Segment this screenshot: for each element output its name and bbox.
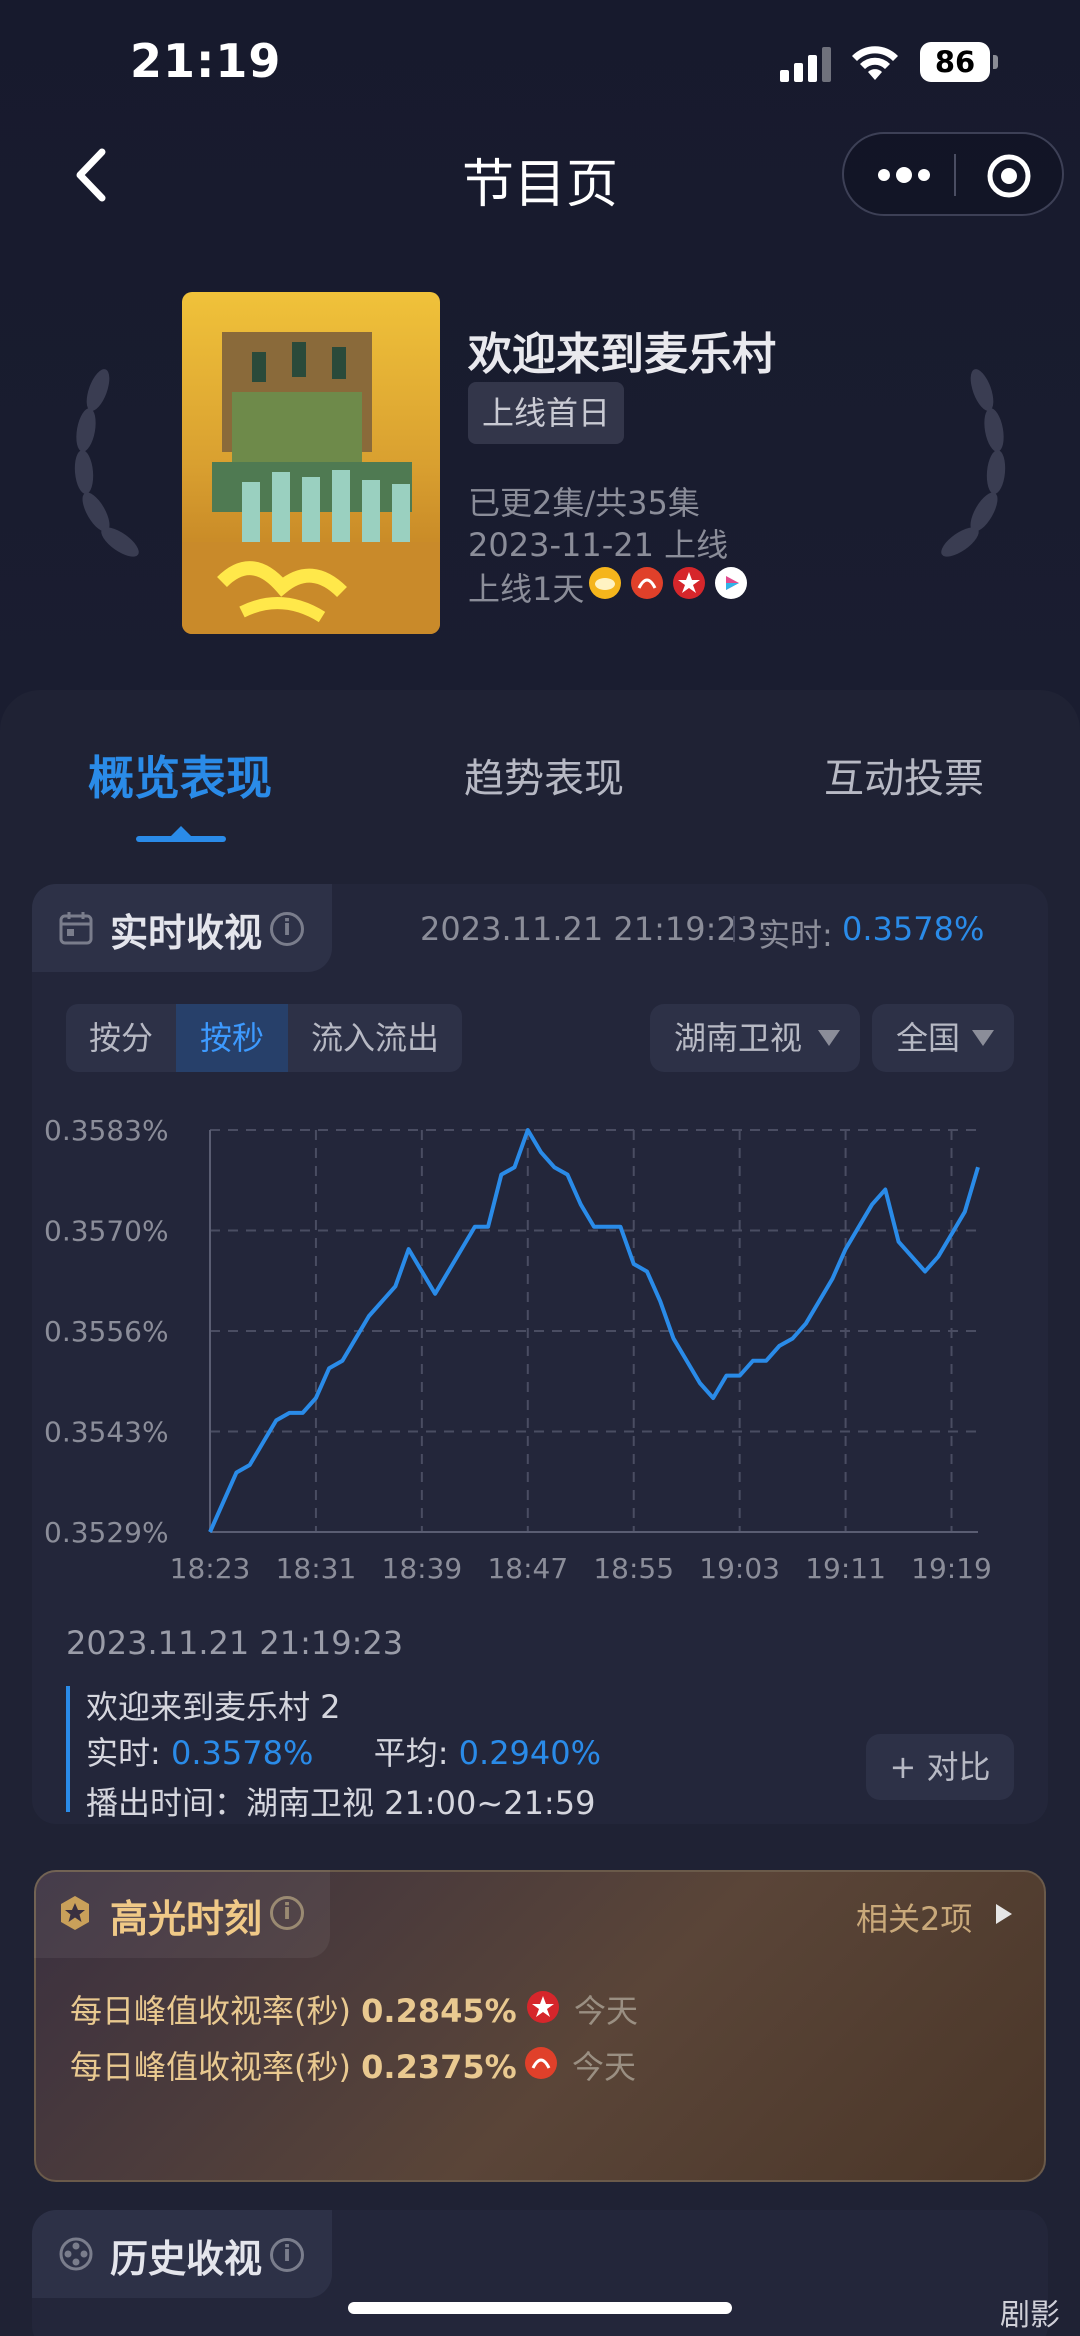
release-date: 2023-11-21 上线 bbox=[468, 526, 729, 564]
laurel-left-icon bbox=[74, 369, 139, 557]
calendar-icon bbox=[59, 912, 93, 945]
mini-program-capsule bbox=[842, 132, 1064, 216]
detail-rating-line: 实时: 0.3578% 平均: 0.2940% bbox=[86, 1728, 601, 1774]
realtime-value: 0.3578% bbox=[842, 910, 985, 948]
x-tick-label: 18:39 bbox=[382, 1552, 463, 1585]
related-items-link[interactable]: 相关2项 bbox=[856, 1894, 972, 1940]
tab-vote[interactable]: 互动投票 bbox=[824, 746, 984, 804]
highlight-when: 今天 bbox=[574, 1992, 639, 2030]
info-icon[interactable]: i bbox=[270, 1896, 304, 1930]
region-select-value: 全国 bbox=[896, 1019, 961, 1057]
battery-level: 86 bbox=[920, 42, 990, 82]
reel-icon bbox=[59, 2237, 93, 2271]
highlight-when: 今天 bbox=[572, 2048, 637, 2086]
hunan-tv-icon bbox=[631, 567, 663, 599]
episode-title: 欢迎来到麦乐村 2 bbox=[86, 1688, 341, 1726]
status-badge: 上线首日 bbox=[468, 382, 625, 444]
realtime-label: 实时: bbox=[758, 916, 833, 954]
detail-timestamp: 2023.11.21 21:19:23 bbox=[66, 1624, 404, 1662]
highlight-title: 高光时刻 bbox=[110, 1897, 263, 1941]
detail-average-label: 平均: bbox=[373, 1734, 449, 1772]
x-tick-label: 19:19 bbox=[911, 1552, 992, 1585]
tab-bar: 概览表现 趋势表现 互动投票 bbox=[0, 720, 1080, 850]
close-miniapp-icon[interactable] bbox=[984, 152, 1034, 200]
info-icon[interactable]: i bbox=[270, 2238, 304, 2272]
channel-select[interactable]: 湖南卫视 bbox=[650, 1004, 860, 1072]
history-header: 历史收视 i bbox=[32, 2210, 332, 2298]
episode-count: 已更2集/共35集 bbox=[468, 484, 700, 522]
per-second-button[interactable]: 按秒 bbox=[176, 1004, 288, 1072]
per-minute-button[interactable]: 按分 bbox=[66, 1004, 176, 1072]
status-bar: 21:19 86 bbox=[0, 0, 1080, 130]
realtime-timestamp: 2023.11.21 21:19:23 bbox=[420, 910, 758, 948]
realtime-header: 实时收视 i bbox=[32, 884, 332, 972]
realtime-title: 实时收视 bbox=[110, 911, 263, 955]
x-tick-label: 18:47 bbox=[487, 1552, 568, 1585]
x-tick-label: 18:31 bbox=[276, 1552, 357, 1585]
highlight-value: 0.2375% bbox=[361, 2048, 517, 2086]
granularity-switch: 按分 按秒 流入流出 bbox=[66, 1004, 462, 1072]
program-page: 21:19 86 节目页 欢迎来到麦乐村 上线首日 已更2集/共35集 2023… bbox=[0, 0, 1080, 2336]
detail-realtime-value: 0.3578% bbox=[170, 1734, 314, 1772]
compare-button[interactable]: + 对比 bbox=[866, 1734, 1014, 1800]
highlight-label: 每日峰值收视率(秒) bbox=[70, 1992, 351, 2030]
play-arrow-icon bbox=[996, 1904, 1012, 1924]
history-title: 历史收视 bbox=[110, 2237, 263, 2281]
y-tick-label: 0.3570% bbox=[44, 1215, 169, 1248]
region-select[interactable]: 全国 bbox=[872, 1004, 1014, 1072]
info-icon[interactable]: i bbox=[270, 912, 304, 946]
y-tick-label: 0.3543% bbox=[44, 1416, 169, 1449]
more-icon[interactable] bbox=[874, 158, 934, 192]
x-tick-label: 18:23 bbox=[170, 1552, 251, 1585]
y-tick-label: 0.3556% bbox=[44, 1315, 169, 1348]
tab-indicator bbox=[136, 836, 226, 842]
highlight-value: 0.2845% bbox=[361, 1992, 517, 2030]
x-tick-label: 19:03 bbox=[699, 1552, 780, 1585]
status-time: 21:19 bbox=[130, 34, 282, 88]
home-indicator[interactable] bbox=[348, 2302, 732, 2314]
platform-icons bbox=[588, 566, 748, 600]
detail-realtime-label: 实时: bbox=[86, 1734, 161, 1772]
star-badge-icon bbox=[61, 1896, 89, 1930]
y-tick-label: 0.3583% bbox=[44, 1114, 169, 1147]
airtime: 播出时间：湖南卫视 21:00~21:59 bbox=[86, 1784, 596, 1822]
signal-icon bbox=[780, 47, 831, 82]
chevron-down-icon bbox=[972, 1030, 994, 1046]
iqiyi-icon bbox=[715, 567, 747, 599]
laurel-right-icon bbox=[941, 369, 1006, 557]
highlight-label: 每日峰值收视率(秒) bbox=[70, 2048, 351, 2086]
show-title: 欢迎来到麦乐村 bbox=[468, 329, 776, 380]
x-tick-label: 19:11 bbox=[805, 1552, 886, 1585]
tab-trend[interactable]: 趋势表现 bbox=[464, 746, 624, 804]
flow-in-out-button[interactable]: 流入流出 bbox=[288, 1004, 462, 1072]
detail-average-value: 0.2940% bbox=[458, 1734, 602, 1772]
highlight-row[interactable]: 每日峰值收视率(秒) 0.2375% bbox=[70, 2042, 517, 2088]
tab-caret-icon bbox=[171, 826, 191, 836]
y-tick-label: 0.3529% bbox=[44, 1516, 169, 1549]
show-poster[interactable] bbox=[182, 292, 440, 634]
hunan-tv-icon bbox=[525, 2047, 557, 2079]
x-tick-label: 18:55 bbox=[593, 1552, 674, 1585]
chevron-down-icon bbox=[818, 1030, 840, 1046]
rating-line-chart[interactable]: 0.3529% 0.3543% 0.3556% 0.3570% 0.3583% 18:23… bbox=[40, 1100, 1040, 1600]
jiangsu-tv-icon bbox=[673, 567, 705, 599]
online-days: 上线1天 bbox=[468, 570, 585, 608]
battery-icon: 86 bbox=[920, 42, 1000, 82]
mango-tv-icon bbox=[589, 567, 621, 599]
highlight-row[interactable]: 每日峰值收视率(秒) 0.2845% bbox=[70, 1986, 517, 2032]
jiangsu-tv-icon bbox=[527, 1991, 559, 2023]
watermark-text: 剧影 bbox=[1000, 2298, 1060, 2333]
wifi-icon bbox=[852, 46, 898, 80]
tab-overview[interactable]: 概览表现 bbox=[88, 742, 272, 808]
channel-select-value: 湖南卫视 bbox=[674, 1019, 803, 1057]
